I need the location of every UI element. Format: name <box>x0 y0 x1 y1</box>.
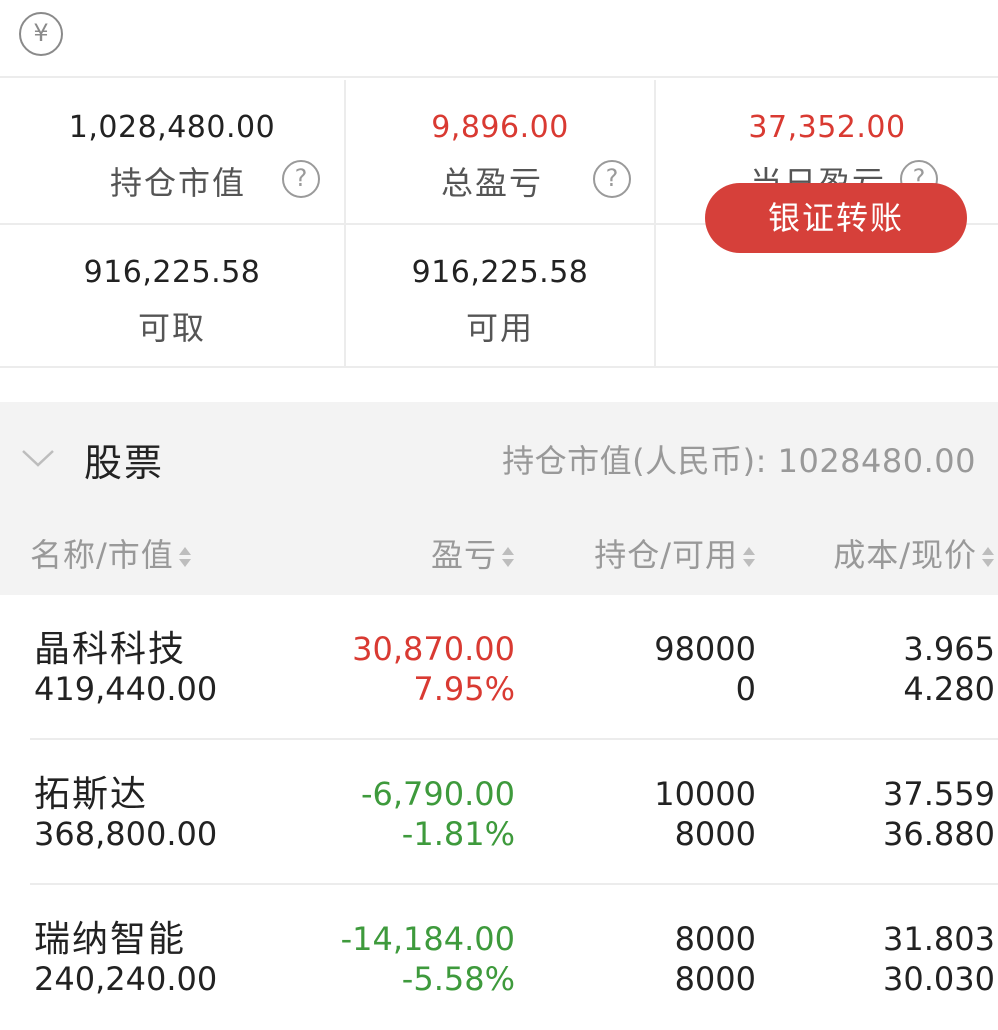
stock-position: 10000 <box>654 775 756 813</box>
withdrawable-cell: 916,225.58 可取 <box>0 225 344 366</box>
column-header-label: 成本/现价 <box>833 536 977 574</box>
bank-transfer-button[interactable]: 银证转账 <box>705 183 967 253</box>
daily-pl: 37,352.00 <box>748 110 906 145</box>
table-row[interactable]: 拓斯达 368,800.00 -6,790.00 -1.81% 10000 80… <box>0 741 998 885</box>
stock-cost: 3.965 <box>903 630 995 668</box>
stock-cost: 37.559 <box>883 775 995 813</box>
market-value-cell: 1,028,480.00 持仓市值 ? <box>0 80 344 223</box>
divider <box>30 738 998 740</box>
section-total-label: 持仓市值(人民币): <box>502 442 767 480</box>
column-header-label: 持仓/可用 <box>594 536 738 574</box>
stock-pl-percent: -1.81% <box>401 815 515 853</box>
available-amount: 916,225.58 <box>411 255 589 290</box>
stock-name: 拓斯达 <box>34 774 149 815</box>
stock-price: 4.280 <box>903 670 995 708</box>
stock-pl: -14,184.00 <box>340 920 515 958</box>
table-row[interactable]: 瑞纳智能 240,240.00 -14,184.00 -5.58% 8000 8… <box>0 886 998 1030</box>
stock-pl: 30,870.00 <box>352 630 515 668</box>
stock-available: 8000 <box>674 960 756 998</box>
sort-icon <box>178 544 192 570</box>
market-value-help-icon[interactable]: ? <box>282 160 320 198</box>
stock-position: 98000 <box>654 630 756 668</box>
market-value-label: 持仓市值 <box>110 164 247 202</box>
market-value: 1,028,480.00 <box>68 110 276 145</box>
stock-pl-percent: -5.58% <box>401 960 515 998</box>
column-header-name[interactable]: 名称/市值 <box>30 530 192 576</box>
column-header-label: 盈亏 <box>430 536 497 574</box>
total-pl-label: 总盈亏 <box>441 164 544 202</box>
stock-available: 0 <box>735 670 756 708</box>
sort-icon <box>981 544 995 570</box>
stock-price: 30.030 <box>883 960 995 998</box>
stock-market-value: 368,800.00 <box>34 815 218 853</box>
column-header-label: 名称/市值 <box>30 536 174 574</box>
section-title[interactable]: 股票 <box>84 432 164 487</box>
stock-available: 8000 <box>674 815 756 853</box>
stock-name: 瑞纳智能 <box>34 919 187 960</box>
stock-position: 8000 <box>674 920 756 958</box>
chevron-down-icon[interactable] <box>20 440 56 476</box>
available-cell: 916,225.58 可用 <box>346 225 654 366</box>
sort-icon <box>742 544 756 570</box>
stock-pl: -6,790.00 <box>360 775 515 813</box>
column-header-cost[interactable]: 成本/现价 <box>833 530 995 576</box>
column-header-pl[interactable]: 盈亏 <box>431 530 515 576</box>
sort-icon <box>501 544 515 570</box>
section-total: 持仓市值(人民币): 1028480.00 <box>502 436 976 482</box>
top-bar: ¥ <box>0 0 998 78</box>
section-total-value: 1028480.00 <box>777 442 976 480</box>
column-header-position[interactable]: 持仓/可用 <box>594 530 756 576</box>
stock-cost: 31.803 <box>883 920 995 958</box>
table-row[interactable]: 晶科科技 419,440.00 30,870.00 7.95% 98000 0 … <box>0 596 998 740</box>
withdrawable-amount: 916,225.58 <box>83 255 261 290</box>
stock-market-value: 419,440.00 <box>34 670 218 708</box>
yen-currency-icon[interactable]: ¥ <box>19 12 63 56</box>
stock-pl-percent: 7.95% <box>413 670 515 708</box>
withdrawable-label: 可取 <box>137 309 206 347</box>
stock-name: 晶科科技 <box>34 629 187 670</box>
divider <box>0 366 998 368</box>
stock-market-value: 240,240.00 <box>34 960 218 998</box>
total-pl-help-icon[interactable]: ? <box>593 160 631 198</box>
total-pl-cell: 9,896.00 总盈亏 ? <box>346 80 654 223</box>
stock-price: 36.880 <box>883 815 995 853</box>
divider <box>30 883 998 885</box>
available-label: 可用 <box>465 309 534 347</box>
total-pl: 9,896.00 <box>431 110 569 145</box>
